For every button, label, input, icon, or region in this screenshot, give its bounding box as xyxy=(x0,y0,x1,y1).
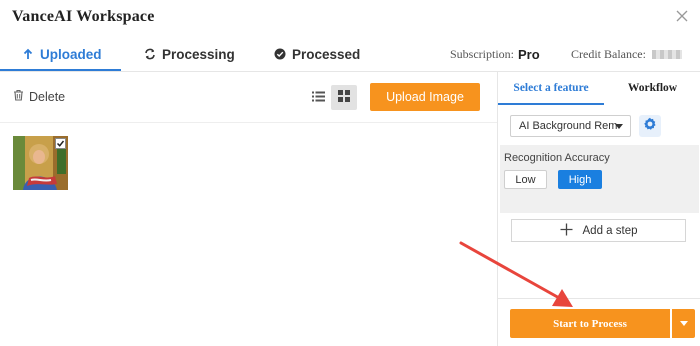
plus-icon xyxy=(560,223,573,239)
delete-label: Delete xyxy=(29,89,66,104)
blurred-credit-value xyxy=(651,49,682,59)
add-step-label: Add a step xyxy=(582,224,638,237)
start-options-dropdown[interactable] xyxy=(672,309,695,338)
caret-down-icon xyxy=(615,124,623,129)
grid-icon xyxy=(338,89,350,107)
upload-image-button[interactable]: Upload Image xyxy=(370,83,480,111)
window-title: VanceAI Workspace xyxy=(12,8,155,25)
recognition-accuracy-label: Recognition Accuracy xyxy=(504,152,610,164)
caret-down-icon xyxy=(679,321,688,326)
tab-label: Processing xyxy=(162,46,235,62)
main-tabs: Uploaded Processing Processed Subscripti… xyxy=(0,36,700,72)
image-toolbar: Delete Upload Image xyxy=(0,72,497,123)
feature-select[interactable]: AI Background Rem xyxy=(510,115,631,137)
subscription-label: Subscription: xyxy=(450,46,515,61)
title-bar: VanceAI Workspace xyxy=(0,0,700,36)
tab-uploaded[interactable]: Uploaded xyxy=(22,36,102,72)
tab-processing[interactable]: Processing xyxy=(144,36,235,72)
panel-tab-indicator xyxy=(498,103,604,105)
tab-processed[interactable]: Processed xyxy=(274,36,360,72)
gear-icon xyxy=(643,117,657,136)
feature-select-value: AI Background Rem xyxy=(519,120,618,132)
start-to-process-button[interactable]: Start to Process xyxy=(510,309,670,338)
accuracy-low-option[interactable]: Low xyxy=(504,170,547,189)
feature-options: Recognition Accuracy Low High xyxy=(500,145,699,213)
arrow-up-icon xyxy=(22,48,34,60)
list-view-button[interactable] xyxy=(305,85,331,110)
add-step-button[interactable]: Add a step xyxy=(511,219,686,242)
uploaded-image-thumbnail[interactable] xyxy=(13,136,68,190)
grid-view-button[interactable] xyxy=(331,85,357,110)
subscription-value: Pro xyxy=(518,46,540,62)
tab-label: Uploaded xyxy=(40,46,102,62)
list-icon xyxy=(311,89,325,107)
subscription-info: Subscription: Pro xyxy=(450,36,540,72)
checkmark-icon xyxy=(56,140,65,147)
selected-checkbox[interactable] xyxy=(55,138,66,149)
trash-icon xyxy=(13,89,24,104)
panel-footer: Start to Process xyxy=(498,298,700,346)
credit-label: Credit Balance: xyxy=(571,46,646,61)
active-tab-indicator xyxy=(0,69,121,71)
accuracy-high-option[interactable]: High xyxy=(558,170,602,189)
check-circle-icon xyxy=(274,48,286,60)
delete-button[interactable]: Delete xyxy=(13,89,65,104)
credit-balance: Credit Balance: xyxy=(571,36,682,72)
feature-settings-button[interactable] xyxy=(639,115,661,137)
tab-label: Processed xyxy=(292,46,361,62)
tab-select-feature[interactable]: Select a feature xyxy=(498,72,604,104)
sync-icon xyxy=(144,48,156,60)
feature-panel: Select a feature Workflow AI Background … xyxy=(497,72,700,346)
close-icon[interactable] xyxy=(674,8,690,24)
tab-workflow[interactable]: Workflow xyxy=(604,72,700,104)
